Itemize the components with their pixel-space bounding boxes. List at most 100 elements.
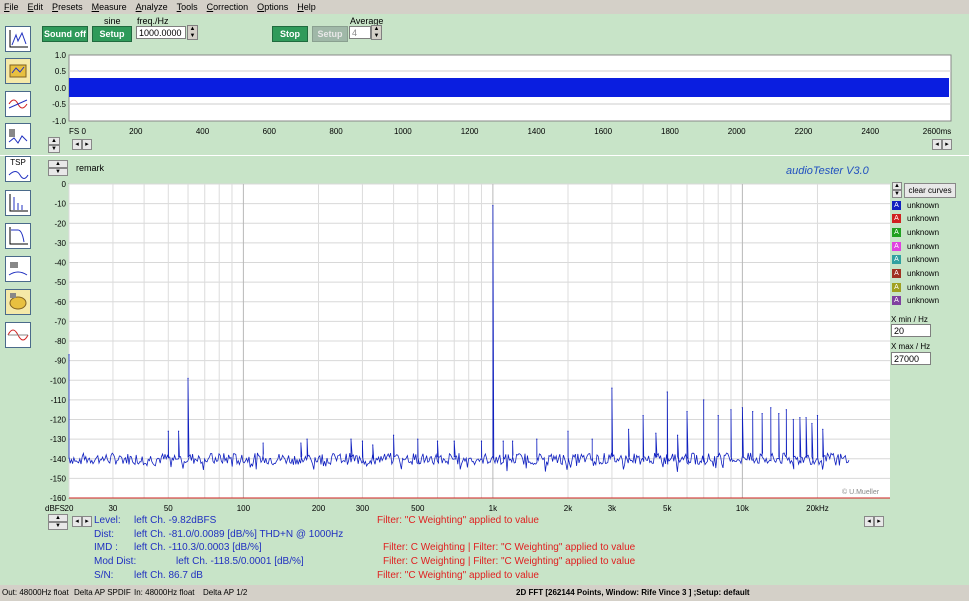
generator-setup-button[interactable]: Setup [92,26,132,42]
legend-swatch[interactable]: A [892,200,901,210]
fft-zoom-down[interactable]: ▼ [48,168,68,176]
fft-level-up[interactable]: ▲ [48,514,68,522]
chart-folder-icon[interactable] [5,58,31,84]
legend-swatch[interactable]: A [892,255,901,265]
fft-zoom-up[interactable]: ▲ [48,160,68,168]
fft-peak-point [68,354,70,356]
scope-x-left[interactable]: ◂ [932,139,942,150]
menu-analyze[interactable]: Analyze [132,2,173,12]
legend-item[interactable]: Aunknown [892,226,939,238]
impulse-icon[interactable] [5,190,31,216]
legend-item[interactable]: Aunknown [892,199,939,211]
legend-swatch[interactable]: A [892,214,901,224]
legend-item[interactable]: Aunknown [892,281,939,293]
clear-curves-button[interactable]: clear curves [904,183,956,198]
fft-x-right[interactable]: ▸ [874,516,884,527]
fft-peak-point [262,442,264,444]
frequency-response-icon[interactable] [5,91,31,117]
stop-button[interactable]: Stop [272,26,308,42]
fft-y-tick: -160 [50,494,67,503]
fft-chart: 0 -10 -20 -30 -40 -50 -60 -70 -80 -90 -100 -110 -120… [45,180,890,513]
menu-options[interactable]: Options [253,2,293,12]
fft-x-left[interactable]: ◂ [864,516,874,527]
fft-x-tick: 300 [356,504,370,513]
fft-peak-point [655,432,657,434]
menu-measure[interactable]: Measure [88,2,132,12]
fft-peak-point [703,399,705,401]
fft-y-tick: -70 [54,317,66,326]
legend-swatch[interactable]: A [892,227,901,237]
fft-peak-point [822,428,824,430]
fft-y-tick: -60 [54,298,66,307]
fft-y-tick: -130 [50,435,67,444]
speaker-measure-icon[interactable] [5,256,31,282]
fft-x-tick: 10k [736,504,750,513]
sn-filter: Filter: "C Weighting" applied to value [377,570,539,581]
legend-item[interactable]: Aunknown [892,240,939,252]
scope-x-tick: FS 0 [69,127,86,136]
legend-item[interactable]: Aunknown [892,268,939,280]
scope-scroll-left[interactable]: ◂ [72,139,82,150]
menu-presets[interactable]: Presets [48,2,88,12]
filter-response-icon[interactable] [5,223,31,249]
fft-scroll-left[interactable]: ◂ [72,516,82,527]
scope-panel: 1.0 0.5 0.0 -0.5 -1.0 FS 0 200 400 600 800 1000 12… [52,51,952,136]
legend-swatch[interactable]: A [892,282,901,292]
xmax-input[interactable]: 27000 [891,352,931,365]
fft-peak-point [372,444,374,446]
xmin-input[interactable]: 20 [891,324,931,337]
average-input[interactable]: 4 [349,26,371,39]
fft-scroll-right[interactable]: ▸ [82,516,92,527]
scope-x-tick: 1800 [661,127,679,136]
legend-swatch[interactable]: A [892,269,901,278]
legend-item[interactable]: Aunknown [892,213,939,225]
fft-y-tick: -90 [54,357,66,366]
fft-peak-point [417,438,419,440]
freq-input[interactable]: 1000.0000 [136,26,186,39]
menu-tools[interactable]: Tools [173,2,203,12]
level-label: Level: [94,515,121,526]
legend-swatch[interactable]: A [892,296,901,306]
loudspeaker-icon[interactable] [5,289,31,315]
fft-y-tick: -40 [54,259,66,268]
fft-level-down[interactable]: ▼ [48,522,68,530]
average-spinner[interactable]: ▲ ▼ [371,25,382,40]
legend-item[interactable]: Aunknown [892,295,939,307]
fft-peak-point [611,387,613,389]
fft-peak-point [306,438,308,440]
moddist-value: left Ch. -118.5/0.0001 [dB/%] [176,556,304,567]
legend-item[interactable]: Aunknown [892,254,939,266]
fft-x-tick: 200 [312,504,326,513]
fft-peak-point [167,430,169,432]
dist-value: left Ch. -81.0/0.0089 [dB/%] THD+N @ 100… [134,529,344,540]
scope-zoom-down[interactable]: ▼ [48,145,60,153]
menu-file[interactable]: File [0,2,24,12]
fft-peak-point [741,407,743,409]
sine-curve-icon[interactable] [5,322,31,348]
scope-icon[interactable] [5,26,31,52]
menu-help[interactable]: Help [293,2,321,12]
sn-label: S/N: [94,570,114,581]
scope-x-tick: 200 [129,127,143,136]
fft-y-tick: -100 [50,376,67,385]
tsp-icon[interactable]: TSP [5,156,31,182]
scope-x-tick: 2600ms [923,127,951,136]
scope-scroll-right[interactable]: ▸ [82,139,92,150]
scope-y-tick: -0.5 [52,100,66,109]
legend-scroll-down[interactable]: ▼ [892,190,902,198]
menu-edit[interactable]: Edit [24,2,49,12]
scope-x-right[interactable]: ▸ [942,139,952,150]
freq-spinner[interactable]: ▲ ▼ [187,25,198,40]
speaker-distortion-icon[interactable] [5,123,31,149]
fft-peak-point [717,414,719,417]
fft-peak-point [187,377,189,379]
analyzer-setup-button[interactable]: Setup [312,26,348,42]
fft-peak-point [453,440,455,442]
legend-swatch[interactable]: A [892,241,901,251]
legend-scroll-up[interactable]: ▲ [892,182,902,190]
scope-zoom-up[interactable]: ▲ [48,137,60,145]
sound-off-button[interactable]: Sound off [42,26,88,42]
fft-peak-point [811,422,813,425]
menu-correction[interactable]: Correction [203,2,254,12]
fft-y-tick: 0 [62,180,67,189]
